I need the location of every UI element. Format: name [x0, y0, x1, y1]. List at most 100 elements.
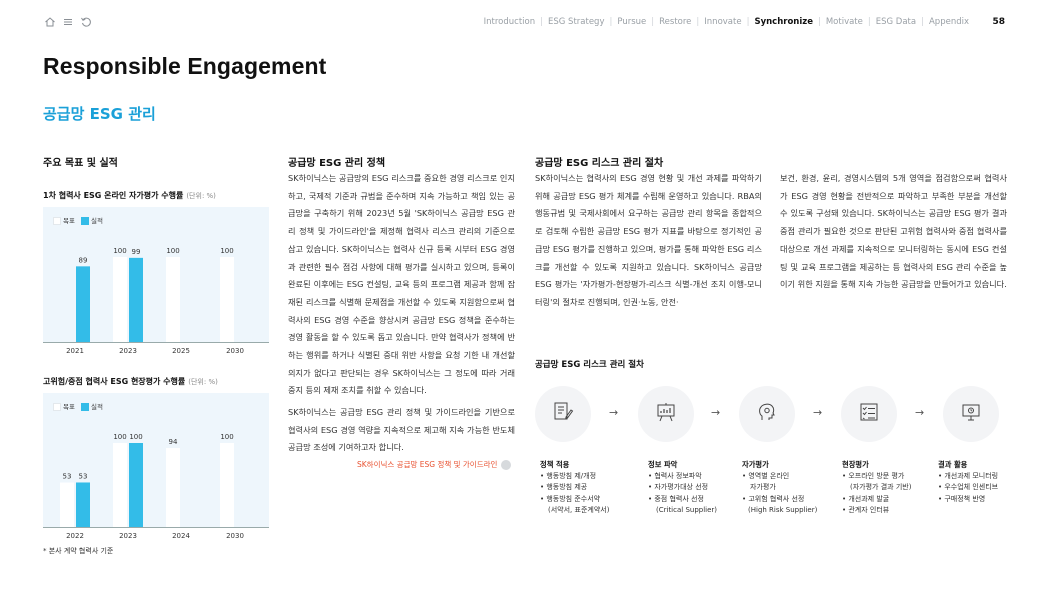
page-title: Responsible Engagement	[43, 53, 327, 79]
chart-1-title-text: 1차 협력사 ESG 온라인 자가평가 수행률	[43, 191, 184, 200]
step-3-item: • 고위험 협력사 선정	[742, 494, 805, 503]
data-label: 100	[129, 433, 142, 441]
step-2-item: (Critical Supplier)	[656, 506, 718, 514]
step-3-item: 자가평가	[750, 483, 776, 491]
chart-2-x-axis: 2022 2023 2024 2030	[43, 532, 269, 544]
step-2-item: • 중점 협력사 선정	[648, 494, 704, 503]
arrow-right-icon: →	[609, 406, 619, 419]
data-label: 100	[113, 433, 126, 441]
nav-link-esg-strategy[interactable]: ESG Strategy	[548, 17, 604, 27]
nav-link-introduction[interactable]: Introduction	[484, 17, 535, 27]
step-3-title: 자가평가	[742, 460, 769, 469]
step-5-item: • 우수업체 인센티브	[938, 483, 999, 491]
policy-paragraph-1: SK하이닉스는 공급망의 ESG 리스크를 중요한 경영 리스크로 인지하고, …	[288, 173, 515, 396]
footnote: * 본사 계약 협력사 기준	[43, 547, 114, 555]
nav-icon-group	[44, 16, 92, 28]
attachment-icon[interactable]	[501, 459, 512, 470]
top-navigation: Introduction | ESG Strategy | Pursue | Rest…	[0, 14, 1049, 32]
step-4-item: (자가평가 결과 기반)	[850, 483, 912, 491]
step-5-circle	[943, 386, 999, 442]
nav-link-esg-data[interactable]: ESG Data	[876, 17, 916, 27]
chart-1-unit: (단위: %)	[186, 192, 216, 200]
step-3-item: • 영역별 온라인	[742, 471, 790, 480]
data-label: 99	[132, 248, 141, 256]
step-4-item: • 개선과제 발굴	[842, 494, 890, 503]
data-label: 100	[113, 247, 126, 255]
step-2-item: • 자가평가대상 선정	[648, 483, 709, 491]
x-tick-label: 2023	[119, 532, 137, 540]
nav-link-innovate[interactable]: Innovate	[704, 17, 741, 27]
x-tick-label: 2023	[119, 347, 137, 355]
section-subtitle: 공급망 ESG 관리	[43, 105, 156, 123]
step-3-text: 자가평가 • 영역별 온라인 자가평가 • 고위험 협력사 선정 (High R…	[742, 459, 817, 517]
step-3-circle	[739, 386, 795, 442]
step-4-item: • 관계자 인터뷰	[842, 506, 890, 514]
arrow-right-icon: →	[813, 406, 823, 419]
nav-link-pursue[interactable]: Pursue	[617, 17, 646, 27]
nav-link-synchronize[interactable]: Synchronize	[754, 17, 813, 27]
bar-목표-2023	[113, 443, 127, 527]
policy-heading: 공급망 ESG 관리 정책	[288, 158, 386, 169]
nav-link-motivate[interactable]: Motivate	[826, 17, 863, 27]
step-5-text: 결과 활용 • 개선과제 모니터링 • 우수업체 인센티브 • 구매정책 반영	[938, 459, 998, 505]
data-label: 100	[220, 433, 233, 441]
document-pen-icon	[552, 401, 574, 427]
section-nav: Introduction | ESG Strategy | Pursue | Rest…	[483, 17, 969, 27]
step-2-item: • 협력사 정보파악	[648, 471, 702, 480]
data-label: 53	[63, 472, 72, 480]
step-1-item: • 행동방침 제/개정	[540, 471, 597, 480]
home-icon[interactable]	[44, 16, 56, 28]
nav-link-appendix[interactable]: Appendix	[929, 17, 969, 27]
bar-실적-2023	[129, 257, 143, 342]
policy-paragraph-2: SK하이닉스는 공급망 ESG 관리 정책 및 가이드라인을 기반으로 협력사의…	[288, 407, 515, 453]
bar-목표-2022	[60, 482, 74, 527]
bar-목표-2030	[220, 257, 234, 342]
procedure-heading: 공급망 ESG 리스크 관리 절차	[535, 158, 664, 169]
step-1-item: (서약서, 표준계약서)	[548, 506, 610, 514]
easel-chart-icon	[655, 401, 677, 427]
page-number: 58	[992, 17, 1005, 27]
chart-1-baseline	[43, 342, 269, 343]
procedure-paragraph-2: 보건, 환경, 윤리, 경영시스템의 5개 영역을 점검함으로써 협력사가 ES…	[780, 173, 1007, 290]
bar-목표-2024	[166, 448, 180, 527]
data-label: 94	[169, 438, 178, 446]
chart-1: 목표 실적 89 100 99 100 100	[43, 207, 269, 342]
step-4-item: • 오프라인 방문 평가	[842, 471, 905, 480]
chart-2-title: 고위험/중점 협력사 ESG 현장평가 수행률 (단위: %)	[43, 376, 218, 387]
step-1-title: 정책 적용	[540, 460, 570, 469]
chart-2-unit: (단위: %)	[188, 378, 218, 386]
chart-2-title-text: 고위험/중점 협력사 ESG 현장평가 수행률	[43, 377, 186, 386]
x-tick-label: 2025	[172, 347, 190, 355]
bar-목표-2030	[220, 443, 234, 527]
x-tick-label: 2030	[226, 532, 244, 540]
goals-heading: 주요 목표 및 실적	[43, 158, 118, 169]
process-diagram-title: 공급망 ESG 리스크 관리 절차	[535, 360, 644, 370]
chart-1-x-axis: 2021 2023 2025 2030	[43, 347, 269, 359]
data-label: 53	[79, 472, 88, 480]
monitor-icon	[960, 401, 982, 427]
step-2-circle	[638, 386, 694, 442]
step-5-item: • 구매정책 반영	[938, 494, 986, 503]
bar-목표-2023	[113, 257, 127, 342]
step-5-title: 결과 활용	[938, 460, 968, 469]
step-1-item: • 행동방침 준수서약	[540, 494, 601, 503]
step-1-circle	[535, 386, 591, 442]
chart-1-title: 1차 협력사 ESG 온라인 자가평가 수행률 (단위: %)	[43, 190, 216, 201]
chart-1-plot: 89 100 99 100 100	[76, 247, 234, 342]
bar-실적-2022	[76, 482, 90, 527]
data-label: 89	[79, 256, 88, 264]
menu-icon[interactable]	[62, 16, 74, 28]
nav-link-restore[interactable]: Restore	[659, 17, 691, 27]
back-arrow-icon[interactable]	[80, 16, 92, 28]
data-label: 100	[166, 247, 179, 255]
step-2-text: 정보 파악 • 협력사 정보파악 • 자가평가대상 선정 • 중점 협력사 선정…	[648, 459, 717, 517]
step-2-title: 정보 파악	[648, 460, 678, 469]
policy-guideline-link[interactable]: SK하이닉스 공급망 ESG 정책 및 가이드라인	[357, 459, 512, 470]
policy-link-label[interactable]: SK하이닉스 공급망 ESG 정책 및 가이드라인	[357, 459, 497, 470]
chart-2-plot: 53 53100 10094100	[60, 433, 234, 527]
bar-실적-2021	[76, 266, 90, 342]
step-5-item: • 개선과제 모니터링	[938, 471, 999, 480]
checklist-icon	[858, 401, 880, 427]
x-tick-label: 2022	[66, 532, 84, 540]
step-3-item: (High Risk Supplier)	[748, 506, 818, 514]
